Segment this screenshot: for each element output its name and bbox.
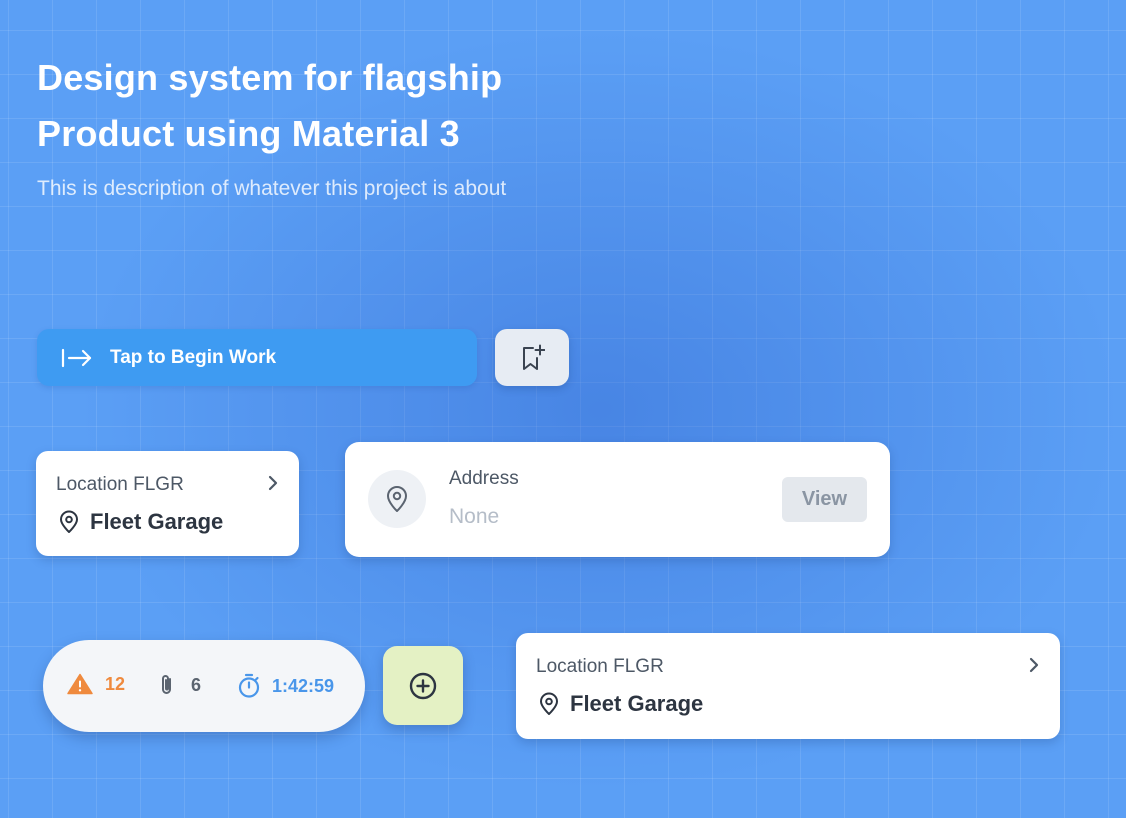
warning-count[interactable]: 12 xyxy=(67,673,125,695)
address-icon-container xyxy=(368,470,426,528)
arrow-to-right-icon xyxy=(61,347,93,369)
location-card-wide[interactable]: Location FLGR Fleet Garage xyxy=(516,633,1060,739)
stopwatch-icon xyxy=(236,673,262,699)
bookmark-add-button[interactable] xyxy=(495,329,569,386)
page-description: This is description of whatever this pro… xyxy=(37,177,507,200)
work-status-bar: 12 6 1:42:59 xyxy=(43,640,365,732)
begin-work-label: Tap to Begin Work xyxy=(110,346,277,368)
location-pin-icon xyxy=(384,484,410,514)
location-code-label: Location FLGR xyxy=(56,474,184,495)
location-code-label: Location FLGR xyxy=(536,656,664,677)
page-title-line-2: Product using Material 3 xyxy=(37,113,460,154)
address-card: Address None View xyxy=(345,442,890,557)
warning-count-value: 12 xyxy=(105,673,126,694)
paperclip-icon xyxy=(157,673,177,697)
location-pin-icon xyxy=(538,692,560,716)
location-name: Fleet Garage xyxy=(90,509,224,534)
view-address-button[interactable]: View xyxy=(782,477,867,522)
plus-circle-icon xyxy=(408,671,438,701)
elapsed-timer[interactable]: 1:42:59 xyxy=(236,673,334,699)
begin-work-button[interactable]: Tap to Begin Work xyxy=(37,329,477,386)
elapsed-timer-value: 1:42:59 xyxy=(272,675,335,696)
location-name: Fleet Garage xyxy=(570,691,704,716)
add-button[interactable] xyxy=(383,646,463,725)
attachment-count-value: 6 xyxy=(191,674,202,695)
address-label: Address xyxy=(449,468,519,489)
page-title-line-1: Design system for flagship xyxy=(37,57,503,98)
chevron-right-icon xyxy=(1024,655,1044,675)
chevron-right-icon xyxy=(263,473,283,493)
attachment-count[interactable]: 6 xyxy=(157,673,201,697)
warning-icon xyxy=(67,673,93,695)
location-pin-icon xyxy=(58,510,80,534)
bookmark-add-icon xyxy=(519,344,545,372)
page-title: Design system for flagship Product using… xyxy=(37,50,657,162)
location-card[interactable]: Location FLGR Fleet Garage xyxy=(36,451,299,556)
address-value: None xyxy=(449,505,500,528)
